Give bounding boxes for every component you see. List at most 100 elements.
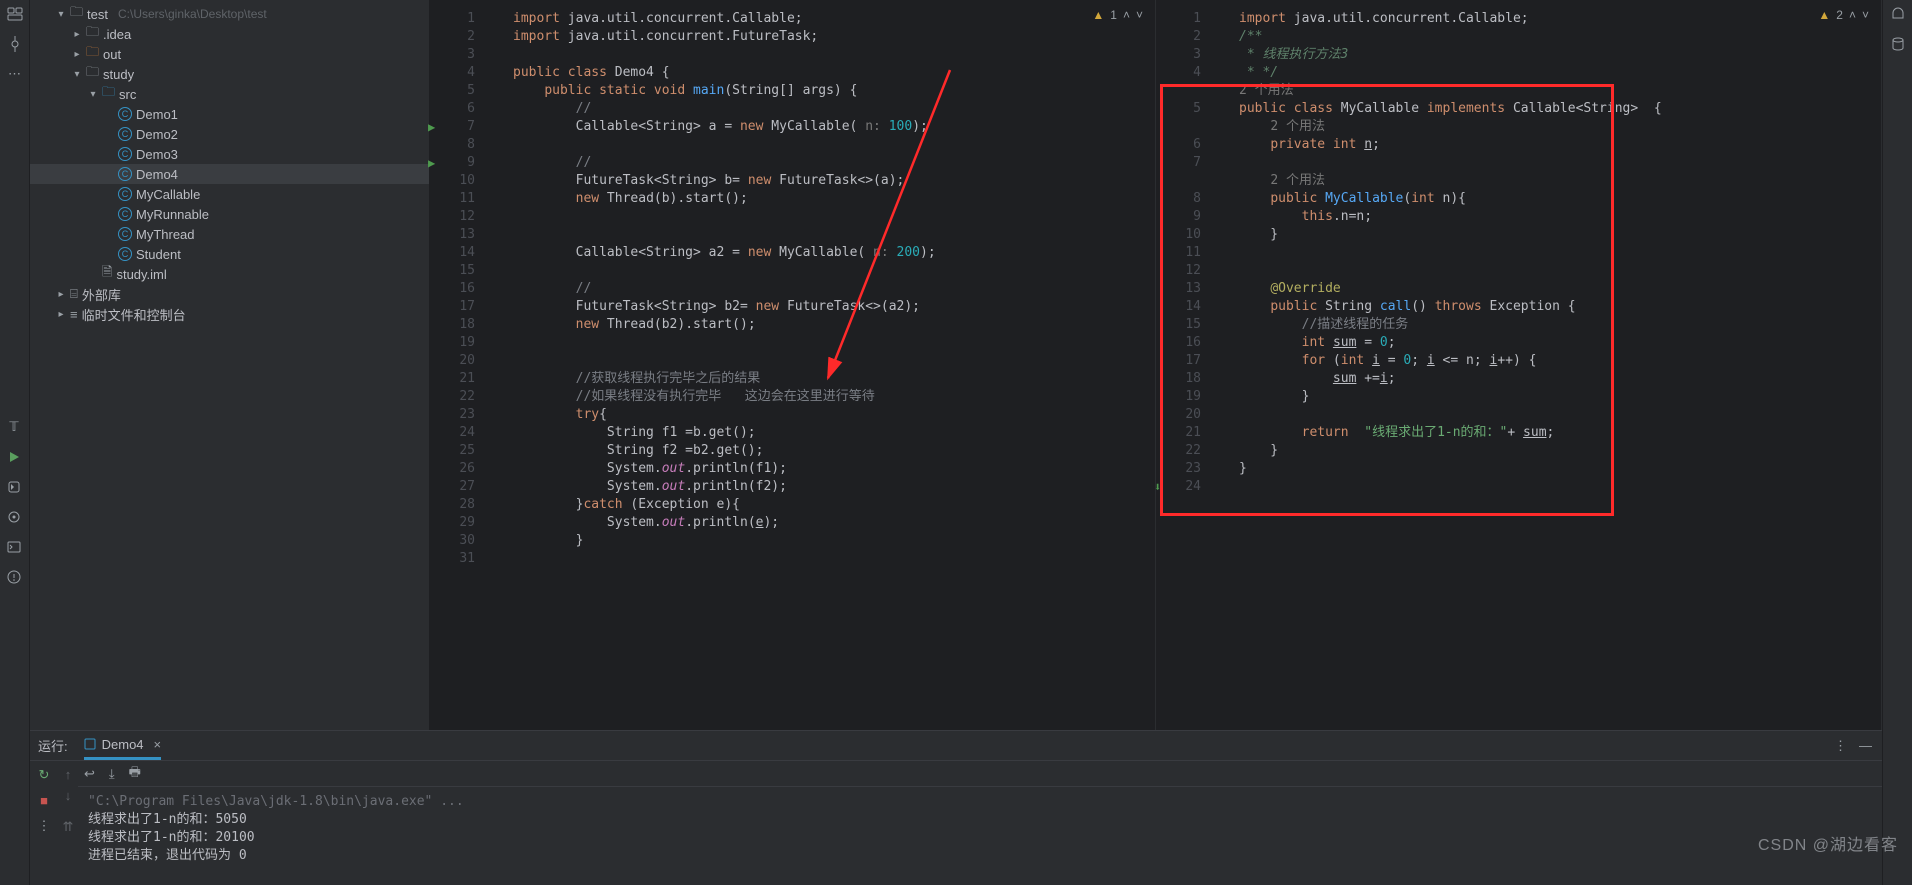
tree-item-demo3[interactable]: CDemo3: [30, 144, 429, 164]
console-toolbar: ↩ ⤓ 🖶: [78, 761, 1882, 787]
library-icon: ⌸: [70, 286, 78, 302]
notifications-icon[interactable]: [1890, 6, 1906, 22]
run-controls: ↻ ■ ⋮: [30, 761, 58, 885]
chevron-up-icon[interactable]: ˄: [1849, 8, 1856, 22]
project-tool-icon[interactable]: [7, 6, 23, 22]
console-output[interactable]: "C:\Program Files\Java\jdk-1.8\bin\java.…: [78, 787, 1882, 885]
tree-item-label: 临时文件和控制台: [82, 305, 186, 324]
folder-icon: 🗀: [86, 63, 99, 85]
class-icon: C: [118, 127, 132, 141]
structure-tool-icon[interactable]: 𝕋: [6, 419, 22, 435]
console-line: "C:\Program Files\Java\jdk-1.8\bin\java.…: [88, 793, 1872, 811]
folder-icon: 🗀: [86, 43, 99, 65]
chevron-up-icon[interactable]: ˄: [1123, 8, 1130, 22]
folder-icon: 🗀: [102, 83, 115, 105]
tree-item-mycallable[interactable]: C MyCallable: [30, 184, 429, 204]
run-tab-label: Demo4: [102, 737, 144, 752]
filter-icon[interactable]: ⇈: [63, 819, 74, 835]
editor-split: 123▶4▶5678910111213141516171819202122232…: [430, 0, 1882, 730]
chevron-down-icon[interactable]: ˅: [1136, 8, 1143, 22]
tree-item-label: src: [119, 87, 136, 102]
project-tree[interactable]: ▾🗀testC:\Users\ginka\Desktop\test▸🗀.idea…: [30, 0, 430, 730]
code-left[interactable]: import java.util.concurrent.Callable; im…: [485, 0, 1155, 730]
tree-item-label: .idea: [103, 27, 131, 42]
code-right[interactable]: import java.util.concurrent.Callable; /*…: [1211, 0, 1881, 730]
scroll-end-icon[interactable]: ⤓: [109, 766, 115, 782]
tree-item-label: study: [103, 67, 134, 82]
tree-item-label: MyCallable: [136, 187, 200, 202]
chevron-icon[interactable]: ▾: [88, 89, 98, 100]
chevron-icon[interactable]: ▾: [56, 9, 66, 20]
kebab-icon[interactable]: ⋮: [1834, 738, 1847, 754]
print-icon[interactable]: 🖶: [129, 763, 141, 785]
editor-pane-right[interactable]: 1234 5 67 8910⬇1112131415161718192021222…: [1156, 0, 1882, 730]
chevron-icon[interactable]: ▸: [72, 49, 82, 60]
gutter-left: 123▶4▶5678910111213141516171819202122232…: [430, 0, 485, 730]
inspection-badge-right[interactable]: ▲ 2 ˄ ˅: [1818, 8, 1869, 22]
tree-item-.idea[interactable]: ▸ 🗀 .idea: [30, 24, 429, 44]
console-line: 线程求出了1-n的和：20100: [88, 829, 1872, 847]
scratch-icon: ≡: [70, 307, 78, 322]
tree-item-外部库[interactable]: ▸⌸外部库: [30, 284, 429, 304]
tree-item-label: MyThread: [136, 227, 195, 242]
tree-item-label: Student: [136, 247, 181, 262]
tree-item-demo1[interactable]: C Demo1: [30, 104, 429, 124]
console-line: 线程求出了1-n的和：5050: [88, 811, 1872, 829]
stop-icon[interactable]: ■: [40, 793, 48, 808]
problems-tool-icon[interactable]: [6, 569, 22, 585]
workspace: ▾🗀testC:\Users\ginka\Desktop\test▸🗀.idea…: [30, 0, 1882, 885]
right-tool-strip: [1882, 0, 1912, 885]
tree-item-label: test: [87, 7, 108, 22]
up-icon[interactable]: ↑: [65, 767, 72, 782]
gutter-right: 1234 5 67 8910⬇1112131415161718192021222…: [1156, 0, 1211, 730]
tree-item-label: study.iml: [116, 267, 166, 282]
tree-item-临时文件和控制台[interactable]: ▸ ≡ 临时文件和控制台: [30, 304, 429, 324]
tree-item-label: Demo3: [136, 147, 178, 162]
editor-pane-left[interactable]: 123▶4▶5678910111213141516171819202122232…: [430, 0, 1156, 730]
tree-item-myrunnable[interactable]: CMyRunnable: [30, 204, 429, 224]
minimize-icon[interactable]: —: [1859, 738, 1872, 754]
tree-item-study.iml[interactable]: 🗎study.iml: [30, 264, 429, 284]
class-icon: C: [118, 187, 132, 201]
terminal-tool-icon[interactable]: [6, 539, 22, 555]
commit-tool-icon[interactable]: [7, 36, 23, 52]
run-tool-window: 运行: Demo4 × ⋮ — ↻ ■ ⋮ ↑ ↓ ⇈: [30, 730, 1882, 885]
warning-count-left: 1: [1110, 8, 1117, 22]
warning-icon: ▲: [1818, 8, 1830, 22]
class-icon: C: [118, 107, 132, 121]
more-tool-icon[interactable]: ⋯: [7, 66, 23, 82]
tree-item-out[interactable]: ▸ 🗀 out: [30, 44, 429, 64]
run-tab-demo4[interactable]: Demo4 ×: [84, 731, 162, 760]
chevron-down-icon[interactable]: ˅: [1862, 8, 1869, 22]
tree-item-demo4[interactable]: CDemo4: [30, 164, 429, 184]
tree-item-student[interactable]: CStudent: [30, 244, 429, 264]
tree-item-label: out: [103, 47, 121, 62]
chevron-icon[interactable]: ▾: [72, 69, 82, 80]
run-tool-icon[interactable]: [6, 449, 22, 465]
chevron-icon[interactable]: ▸: [72, 29, 82, 40]
folder-icon: 🗀: [70, 3, 83, 25]
tree-item-mythread[interactable]: CMyThread: [30, 224, 429, 244]
chevron-icon[interactable]: ▸: [56, 309, 66, 320]
class-icon: C: [118, 207, 132, 221]
down-icon[interactable]: ↓: [65, 788, 72, 803]
database-icon[interactable]: [1890, 36, 1906, 52]
bookmark-tool-icon[interactable]: [6, 479, 22, 495]
tree-item-label: Demo1: [136, 107, 178, 122]
chevron-icon[interactable]: ▸: [56, 289, 66, 300]
tree-item-study[interactable]: ▾ 🗀 study: [30, 64, 429, 84]
tree-item-label: Demo2: [136, 127, 178, 142]
rerun-icon[interactable]: ↻: [39, 767, 50, 783]
close-icon[interactable]: ×: [154, 737, 162, 752]
inspection-badge-left[interactable]: ▲ 1 ˄ ˅: [1092, 8, 1143, 22]
services-tool-icon[interactable]: [6, 509, 22, 525]
soft-wrap-icon[interactable]: ↩: [84, 766, 95, 782]
upper-area: ▾🗀testC:\Users\ginka\Desktop\test▸🗀.idea…: [30, 0, 1882, 730]
run-more-icon[interactable]: ⋮: [38, 818, 51, 834]
tree-item-src[interactable]: ▾ 🗀 src: [30, 84, 429, 104]
tree-item-demo2[interactable]: C Demo2: [30, 124, 429, 144]
tree-item-test[interactable]: ▾🗀testC:\Users\ginka\Desktop\test: [30, 4, 429, 24]
folder-icon: 🗀: [86, 23, 99, 45]
run-tabs-more: ⋮ —: [1834, 738, 1872, 754]
tree-item-label: Demo4: [136, 167, 178, 182]
